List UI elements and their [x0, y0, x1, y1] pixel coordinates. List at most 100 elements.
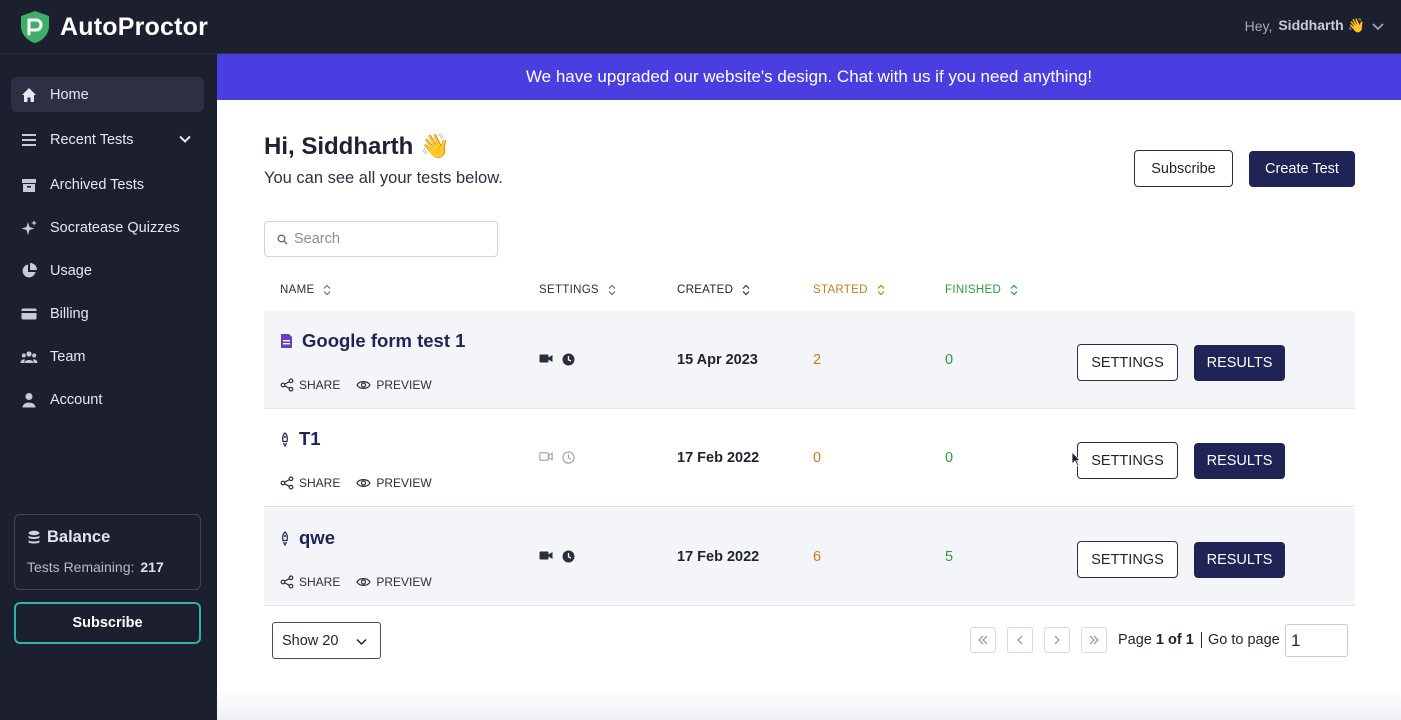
started-count: 2: [813, 352, 822, 368]
results-button[interactable]: RESULTS: [1194, 443, 1285, 479]
sidebar-item-usage[interactable]: Usage: [11, 253, 204, 288]
search-input[interactable]: [294, 231, 474, 247]
subscribe-button[interactable]: Subscribe: [1134, 150, 1233, 187]
share-link[interactable]: SHARE: [280, 476, 340, 490]
share-link[interactable]: SHARE: [280, 575, 340, 589]
preview-link[interactable]: PREVIEW: [356, 575, 432, 589]
sidebar-item-label: Home: [50, 86, 89, 103]
test-name[interactable]: T1: [299, 428, 321, 450]
test-name[interactable]: Google form test 1: [302, 330, 465, 352]
preview-link[interactable]: PREVIEW: [356, 378, 432, 392]
sidebar-item-billing[interactable]: Billing: [11, 296, 204, 331]
camera-icon: [539, 354, 553, 363]
clock-off-icon: [562, 451, 575, 464]
home-icon: [20, 86, 38, 104]
first-page-button[interactable]: [970, 627, 996, 653]
user-greeting-prefix: Hey,: [1244, 17, 1273, 34]
page-size-select[interactable]: Show 20: [272, 622, 381, 659]
settings-button[interactable]: SETTINGS: [1077, 541, 1178, 578]
test-name[interactable]: qwe: [299, 527, 335, 549]
sort-icon: [877, 284, 885, 296]
top-bar: AutoProctor Hey, Siddharth 👋: [0, 0, 1401, 54]
double-chevron-left-icon: [978, 635, 988, 645]
sidebar-item-archived-tests[interactable]: Archived Tests: [11, 167, 204, 202]
next-page-button[interactable]: [1044, 627, 1070, 653]
table-row: qwe SHARE PREVIEW 17 Feb 2022 6 5 SETTIN…: [264, 508, 1355, 606]
page-greeting: Hi, Siddharth 👋: [264, 133, 450, 160]
list-icon: [20, 131, 38, 149]
search-icon: [277, 234, 288, 244]
started-count: 6: [813, 549, 822, 565]
coins-stack-icon: [28, 530, 40, 543]
prev-page-button[interactable]: [1007, 627, 1033, 653]
search-box[interactable]: [264, 221, 498, 257]
app-logo[interactable]: AutoProctor: [18, 10, 208, 44]
finished-count: 0: [945, 352, 954, 368]
chevron-down-icon: [356, 638, 367, 646]
share-icon: [280, 575, 294, 589]
results-button[interactable]: RESULTS: [1194, 542, 1285, 578]
table-row: Google form test 1 SHARE PREVIEW 15 Apr …: [264, 311, 1355, 409]
sidebar-item-account[interactable]: Account: [11, 382, 204, 417]
sidebar-item-recent-tests[interactable]: Recent Tests: [11, 122, 204, 157]
sort-icon: [742, 284, 750, 296]
results-button[interactable]: RESULTS: [1194, 345, 1285, 381]
column-header-created[interactable]: CREATED: [677, 284, 750, 296]
rocket-icon: [282, 530, 288, 546]
finished-count: 0: [945, 450, 954, 466]
google-form-icon: [281, 334, 292, 348]
sidebar-subscribe-button[interactable]: Subscribe: [14, 602, 201, 644]
sort-icon: [1010, 284, 1018, 296]
chevron-down-icon[interactable]: [178, 132, 192, 146]
eye-icon: [356, 578, 372, 586]
announcement-banner: We have upgraded our website's design. C…: [217, 54, 1401, 100]
chevron-right-icon: [1054, 635, 1060, 645]
create-test-button[interactable]: Create Test: [1249, 151, 1355, 187]
eye-icon: [356, 381, 372, 389]
chevron-down-icon: [1372, 22, 1384, 30]
camera-icon: [539, 551, 553, 560]
finished-count: 5: [945, 549, 954, 565]
user-menu[interactable]: Hey, Siddharth 👋: [1245, 17, 1385, 34]
team-icon: [20, 348, 38, 366]
column-header-started[interactable]: STARTED: [813, 284, 885, 296]
share-icon: [280, 476, 294, 490]
clock-icon: [562, 550, 575, 563]
preview-link[interactable]: PREVIEW: [356, 476, 432, 490]
mouse-cursor-icon: [1071, 451, 1081, 467]
sidebar-item-team[interactable]: Team: [11, 339, 204, 374]
column-header-name[interactable]: NAME: [280, 284, 331, 296]
created-date: 15 Apr 2023: [677, 352, 758, 368]
sidebar-item-label: Team: [50, 348, 86, 365]
sort-icon: [324, 284, 331, 296]
column-header-finished[interactable]: FINISHED: [945, 284, 1018, 296]
settings-button[interactable]: SETTINGS: [1077, 442, 1178, 479]
sidebar-item-label: Archived Tests: [50, 176, 145, 193]
column-header-settings[interactable]: SETTINGS: [539, 284, 616, 296]
sidebar-item-label: Usage: [50, 262, 92, 279]
sidebar-item-label: Account: [50, 391, 103, 408]
go-to-page-input[interactable]: [1285, 624, 1348, 657]
sidebar-item-socratease-quizzes[interactable]: Socratease Quizzes: [11, 210, 204, 245]
eye-icon: [356, 479, 372, 487]
tests-remaining-label: Tests Remaining:: [27, 559, 135, 575]
user-icon: [20, 391, 38, 409]
sidebar-item-label: Socratease Quizzes: [50, 219, 180, 236]
app-name: AutoProctor: [60, 12, 209, 41]
bottom-shadow: [217, 690, 1401, 720]
share-link[interactable]: SHARE: [280, 378, 340, 392]
camera-off-icon: [539, 452, 553, 461]
balance-card: Balance Tests Remaining: 217: [14, 514, 201, 590]
page-size-value: Show 20: [282, 632, 339, 649]
clock-icon: [562, 353, 575, 366]
sidebar-item-label: Recent Tests: [50, 131, 134, 148]
sidebar-item-home[interactable]: Home: [11, 77, 204, 112]
last-page-button[interactable]: [1081, 627, 1107, 653]
sort-icon: [608, 284, 616, 296]
tests-remaining-value: 217: [140, 559, 164, 575]
archive-icon: [20, 176, 38, 194]
user-name: Siddharth 👋: [1278, 17, 1365, 33]
settings-button[interactable]: SETTINGS: [1077, 344, 1178, 381]
shield-logo-icon: [21, 11, 49, 43]
double-chevron-right-icon: [1089, 635, 1099, 645]
